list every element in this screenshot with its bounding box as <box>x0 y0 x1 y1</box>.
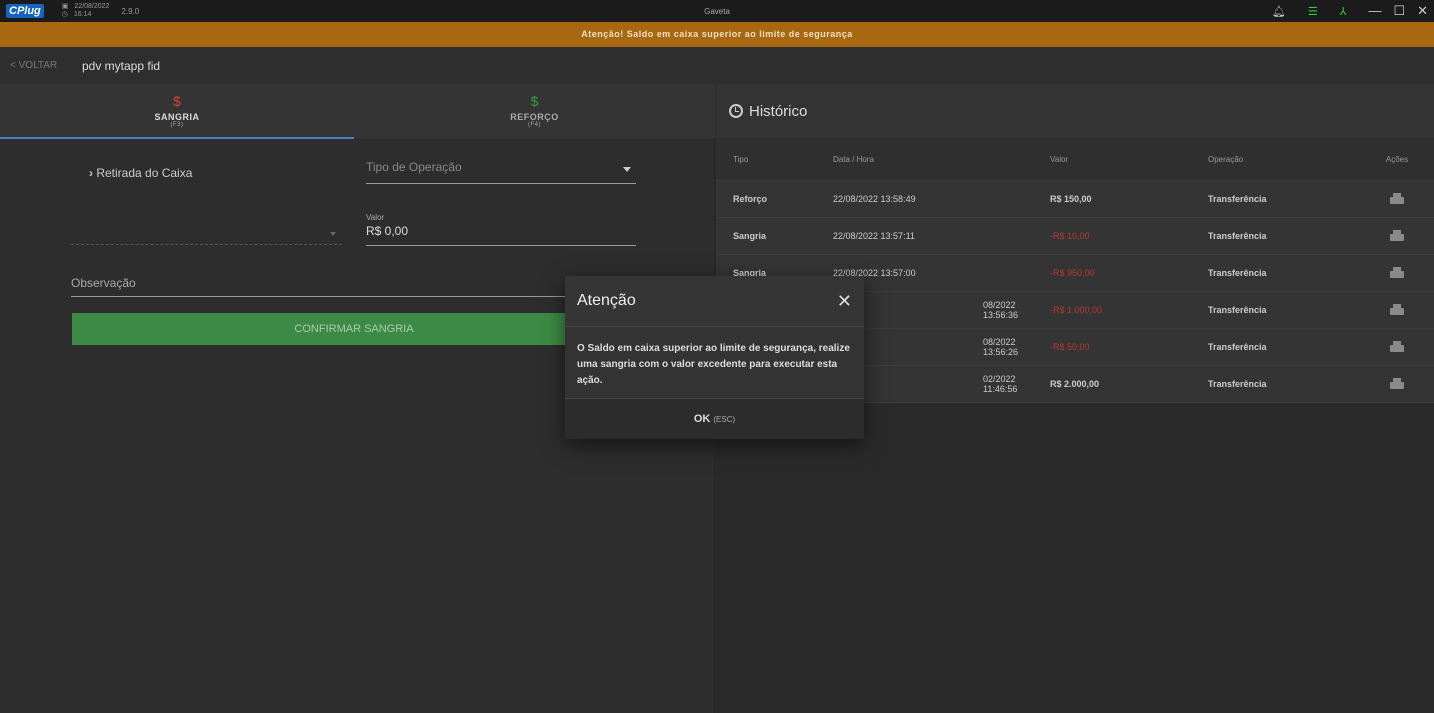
cell-operacao: Transferência <box>1208 268 1267 278</box>
historico-title: Histórico <box>749 102 808 120</box>
dialog-message: O Saldo em caixa superior ao limite de s… <box>565 327 864 399</box>
printer-icon[interactable] <box>1390 229 1404 241</box>
cell-valor: -R$ 50,00 <box>1050 342 1090 352</box>
tab-reforco[interactable]: $ REFORÇO (F4) <box>354 84 715 138</box>
cell-tipo: Reforço <box>733 194 768 204</box>
app-logo: CPlug <box>6 4 44 18</box>
table-header: Tipo Data / Hora Valor Operação Ações <box>716 138 1434 181</box>
date-text: 22/08/2022 <box>74 3 110 10</box>
cell-valor: -R$ 1.000,00 <box>1050 305 1103 315</box>
store-name: pdv mytapp fid <box>82 58 161 73</box>
cell-valor: R$ 150,00 <box>1050 194 1092 204</box>
cell-operacao: Transferência <box>1208 194 1267 204</box>
network-icon[interactable]: ⅄ <box>1340 5 1347 18</box>
cell-data: 22/08/2022 13:58:49 <box>833 194 916 204</box>
col-valor: Valor <box>1050 154 1069 164</box>
clock-icon: ◷ <box>61 11 68 18</box>
time-text: 16:14 <box>73 11 92 18</box>
title-bar: CPlug ▣ 22/08/2022 ◷ 16:14 2.9.0 Gaveta 🔔︎… <box>0 0 1434 22</box>
confirm-sangria-button[interactable]: CONFIRMAR SANGRIA <box>72 313 636 345</box>
printer-icon[interactable] <box>1390 266 1404 278</box>
close-window-button[interactable]: ✕ <box>1417 3 1428 19</box>
history-icon <box>729 104 743 118</box>
operation-tabs: $ SANGRIA (F3) $ REFORÇO (F4) <box>0 84 715 139</box>
ok-label: OK <box>693 413 711 425</box>
tab-shortcut: (F3) <box>170 122 184 128</box>
ok-button[interactable]: OK (ESC) <box>565 399 864 439</box>
tab-shortcut: (F4) <box>528 122 541 128</box>
caret-down-icon <box>330 232 336 236</box>
nav-bar: < VOLTAR pdv mytapp fid <box>0 47 1434 84</box>
printer-icon[interactable] <box>1390 340 1404 352</box>
maximize-button[interactable]: ☐ <box>1393 3 1405 19</box>
cell-tipo: Sangria <box>733 231 767 241</box>
col-data: Data / Hora <box>833 154 874 164</box>
cell-data: 22/08/2022 13:57:00 <box>833 268 916 278</box>
warning-banner: Atenção! Saldo em caixa superior ao limi… <box>0 22 1434 47</box>
cell-valor: R$ 2.000,00 <box>1050 379 1100 389</box>
ok-shortcut: (ESC) <box>713 414 736 424</box>
valor-input[interactable]: R$ 0,00 <box>366 224 636 246</box>
col-tipo: Tipo <box>733 154 749 164</box>
minimize-button[interactable]: — <box>1368 3 1381 19</box>
cell-data: 08/2022 13:56:36 <box>983 300 1019 320</box>
conta-select[interactable] <box>71 220 342 245</box>
observacao-input[interactable]: Observação <box>71 276 636 297</box>
cell-data: 22/08/2022 13:57:11 <box>833 231 915 241</box>
dollar-icon: $ <box>530 93 539 109</box>
window-title: Gaveta <box>704 6 730 16</box>
chevron-right-icon: › <box>89 166 93 180</box>
datetime: ▣ 22/08/2022 ◷ 16:14 <box>62 3 110 19</box>
cell-data: 08/2022 13:56:26 <box>983 337 1019 357</box>
dialog-title: Atenção <box>577 292 636 309</box>
table-row: Reforço 22/08/2022 13:58:49 R$ 150,00 Tr… <box>716 181 1434 218</box>
tab-label: SANGRIA <box>154 112 200 122</box>
cell-operacao: Transferência <box>1208 305 1267 315</box>
version-text: 2.9.0 <box>121 6 140 16</box>
bell-icon[interactable]: 🔔︎ <box>1272 5 1286 18</box>
tab-label: REFORÇO <box>510 112 559 122</box>
cell-operacao: Transferência <box>1208 379 1267 389</box>
server-icon[interactable]: ☰ <box>1308 5 1318 18</box>
table-row: Sangria 22/08/2022 13:57:11 -R$ 10,00 Tr… <box>716 218 1434 255</box>
back-button[interactable]: < VOLTAR <box>10 60 82 71</box>
cell-operacao: Transferência <box>1208 231 1267 241</box>
dollar-icon: $ <box>173 93 181 109</box>
tipo-operacao-select[interactable]: Tipo de Operação <box>366 160 636 184</box>
cell-operacao: Transferência <box>1208 342 1267 352</box>
cell-data: 02/2022 11:46:56 <box>983 374 1018 394</box>
dialog-header: Atenção ✕ <box>565 276 864 327</box>
printer-icon[interactable] <box>1390 303 1404 315</box>
printer-icon[interactable] <box>1390 192 1404 204</box>
tab-sangria[interactable]: $ SANGRIA (F3) <box>0 84 354 139</box>
valor-label: Valor <box>366 213 385 222</box>
tipo-placeholder: Tipo de Operação <box>366 160 462 174</box>
cell-valor: -R$ 950,00 <box>1050 268 1095 278</box>
col-operacao: Operação <box>1208 154 1244 164</box>
close-icon[interactable]: ✕ <box>837 292 852 310</box>
historico-header: Histórico <box>716 84 1434 138</box>
printer-icon[interactable] <box>1390 377 1404 389</box>
col-acoes: Ações <box>1385 154 1409 164</box>
cell-valor: -R$ 10,00 <box>1050 231 1090 241</box>
calendar-icon: ▣ <box>61 3 69 10</box>
attention-dialog: Atenção ✕ O Saldo em caixa superior ao l… <box>565 276 864 439</box>
retirada-label: › Retirada do Caixa <box>89 166 193 180</box>
caret-down-icon <box>623 167 631 172</box>
